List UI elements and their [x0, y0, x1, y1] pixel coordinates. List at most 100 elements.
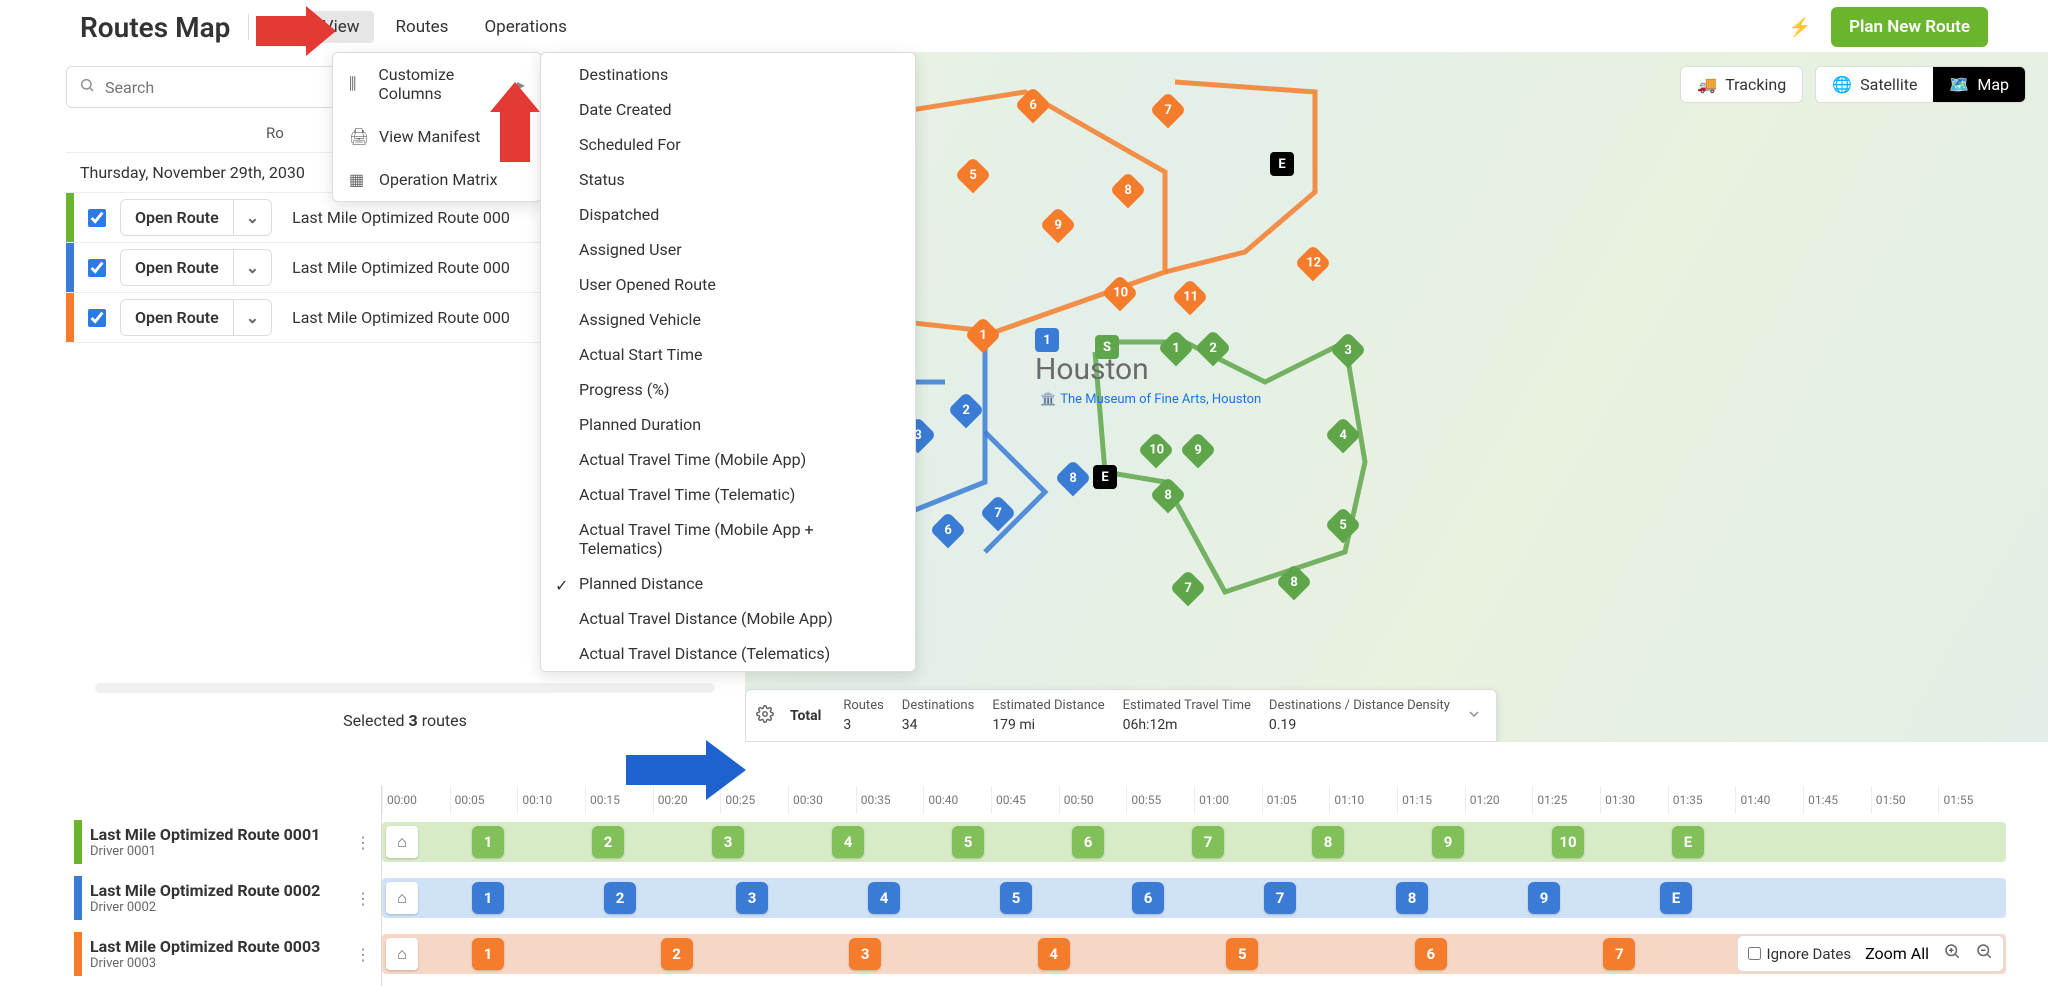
map-stop-end[interactable]: E — [1270, 152, 1294, 176]
timeline-stop[interactable]: 4 — [832, 826, 864, 858]
timeline-stop[interactable]: 3 — [736, 882, 768, 914]
timeline-stop[interactable]: 1 — [472, 938, 504, 970]
timeline-tick: 00:05 — [450, 786, 518, 814]
timeline-stop[interactable]: 1 — [472, 826, 504, 858]
timeline-stop[interactable]: E — [1672, 826, 1704, 858]
timeline-track[interactable]: ⌂ 1 2 3 4 5 6 7 8 9 10 E — [382, 822, 2006, 862]
tracking-toggle[interactable]: 🚚 Tracking — [1680, 66, 1803, 103]
column-option[interactable]: Actual Travel Time (Telematic) — [541, 477, 915, 512]
museum-poi[interactable]: 🏛️ The Museum of Fine Arts, Houston — [1040, 392, 1261, 407]
zoom-in-icon[interactable] — [1943, 942, 1961, 965]
map-stop-blue[interactable]: 1 — [1035, 328, 1059, 352]
chevron-down-icon[interactable]: ⌄ — [233, 250, 271, 285]
column-option[interactable]: Progress (%) — [541, 372, 915, 407]
column-option-label: Progress (%) — [579, 380, 669, 399]
column-option[interactable]: Actual Travel Time (Mobile App + Telemat… — [541, 512, 915, 566]
timeline-controls: Ignore Dates Zoom All — [1737, 935, 2004, 972]
kebab-icon[interactable]: ⋮ — [355, 945, 371, 964]
plan-new-route-button[interactable]: Plan New Route — [1831, 7, 1988, 47]
column-option[interactable]: ✓Planned Distance — [541, 566, 915, 601]
ignore-dates-input[interactable] — [1748, 947, 1761, 960]
timeline-stop[interactable]: 5 — [1000, 882, 1032, 914]
timeline-stop[interactable]: 1 — [472, 882, 504, 914]
timeline-stop[interactable]: 7 — [1603, 938, 1635, 970]
map-toggle[interactable]: 🗺️ Map — [1933, 67, 2025, 102]
timeline-color-bar — [74, 820, 82, 864]
column-option[interactable]: Actual Travel Distance (Mobile App) — [541, 601, 915, 636]
open-route-button[interactable]: Open Route ⌄ — [120, 199, 272, 236]
timeline-stop[interactable]: 6 — [1415, 938, 1447, 970]
timeline-stop[interactable]: 4 — [868, 882, 900, 914]
column-option-label: Scheduled For — [579, 135, 681, 154]
tab-routes[interactable]: Routes — [382, 11, 463, 43]
bolt-icon[interactable]: ⚡ — [1789, 17, 1811, 38]
open-route-button[interactable]: Open Route ⌄ — [120, 299, 272, 336]
kebab-icon[interactable]: ⋮ — [355, 833, 371, 852]
timeline-stop[interactable]: 7 — [1192, 826, 1224, 858]
satellite-toggle[interactable]: 🌐 Satellite — [1816, 67, 1933, 102]
column-option[interactable]: Actual Travel Distance (Mobile App + Tel… — [541, 671, 915, 672]
zoom-out-icon[interactable] — [1975, 942, 1993, 965]
route-checkbox[interactable] — [88, 309, 106, 327]
timeline-track-row: ⌂ 1 2 3 4 5 6 7 8 9 10 E — [382, 814, 2006, 870]
column-option[interactable]: Actual Start Time — [541, 337, 915, 372]
column-option[interactable]: Assigned Vehicle — [541, 302, 915, 337]
timeline-stop[interactable]: 8 — [1312, 826, 1344, 858]
chevron-down-icon[interactable]: ⌄ — [233, 300, 271, 335]
column-option[interactable]: Scheduled For — [541, 127, 915, 162]
divider — [248, 14, 249, 40]
check-icon: ✓ — [555, 576, 568, 595]
timeline-stop[interactable]: 8 — [1396, 882, 1428, 914]
kebab-icon[interactable]: ⋮ — [355, 889, 371, 908]
timeline-stop[interactable]: 3 — [712, 826, 744, 858]
column-option[interactable]: User Opened Route — [541, 267, 915, 302]
route-checkbox[interactable] — [88, 259, 106, 277]
timeline-stop[interactable]: 2 — [604, 882, 636, 914]
home-icon[interactable]: ⌂ — [386, 938, 418, 970]
gear-icon[interactable] — [756, 705, 774, 727]
timeline-tick: 01:45 — [1803, 786, 1871, 814]
open-route-button[interactable]: Open Route ⌄ — [120, 249, 272, 286]
column-option[interactable]: Status — [541, 162, 915, 197]
horizontal-scrollbar[interactable] — [95, 683, 715, 693]
timeline-stop[interactable]: 9 — [1432, 826, 1464, 858]
home-icon[interactable]: ⌂ — [386, 882, 418, 914]
column-option[interactable]: Dispatched — [541, 197, 915, 232]
column-option[interactable]: Date Created — [541, 92, 915, 127]
timeline-stop[interactable]: 6 — [1132, 882, 1164, 914]
page-title: Routes Map — [80, 11, 230, 44]
column-option[interactable]: Assigned User — [541, 232, 915, 267]
timeline-stop[interactable]: 7 — [1264, 882, 1296, 914]
chevron-down-icon[interactable]: ⌄ — [233, 200, 271, 235]
column-option[interactable]: Planned Duration — [541, 407, 915, 442]
timeline-stop[interactable]: 6 — [1072, 826, 1104, 858]
zoom-all-button[interactable]: Zoom All — [1865, 944, 1929, 963]
timeline-stop[interactable]: 4 — [1038, 938, 1070, 970]
column-option[interactable]: Actual Travel Distance (Telematics) — [541, 636, 915, 671]
ignore-dates-checkbox[interactable]: Ignore Dates — [1748, 945, 1852, 963]
total-col-header: Routes — [843, 698, 883, 713]
column-option[interactable]: Destinations — [541, 57, 915, 92]
timeline-stop[interactable]: 10 — [1552, 826, 1584, 858]
total-label: Total — [790, 708, 821, 724]
menu-operation-matrix[interactable]: ▦ Operation Matrix — [333, 158, 541, 201]
total-panel-toggle[interactable] — [1466, 706, 1482, 726]
route-checkbox[interactable] — [88, 209, 106, 227]
timeline-stop[interactable]: 5 — [1226, 938, 1258, 970]
timeline-stop[interactable]: 2 — [661, 938, 693, 970]
timeline-tick: 00:50 — [1059, 786, 1127, 814]
map-icon: 🗺️ — [1949, 75, 1969, 94]
timeline-stop[interactable]: 3 — [849, 938, 881, 970]
map-canvas[interactable]: 4 3 2 5 6 1 9 8 7 10 11 12 E 1 2 3 4 5 6… — [744, 52, 2048, 742]
timeline-stop[interactable]: E — [1660, 882, 1692, 914]
timeline-stop[interactable]: 5 — [952, 826, 984, 858]
map-stop-end[interactable]: E — [1093, 465, 1117, 489]
column-option[interactable]: Actual Travel Time (Mobile App) — [541, 442, 915, 477]
city-label: Houston — [1035, 352, 1149, 387]
timeline-track[interactable]: ⌂ 1 2 3 4 5 6 7 8 9 E — [382, 878, 2006, 918]
timeline-stop[interactable]: 9 — [1528, 882, 1560, 914]
home-icon[interactable]: ⌂ — [386, 826, 418, 858]
tab-operations[interactable]: Operations — [470, 11, 581, 43]
timeline-stop[interactable]: 2 — [592, 826, 624, 858]
red-arrow-view — [256, 6, 336, 56]
